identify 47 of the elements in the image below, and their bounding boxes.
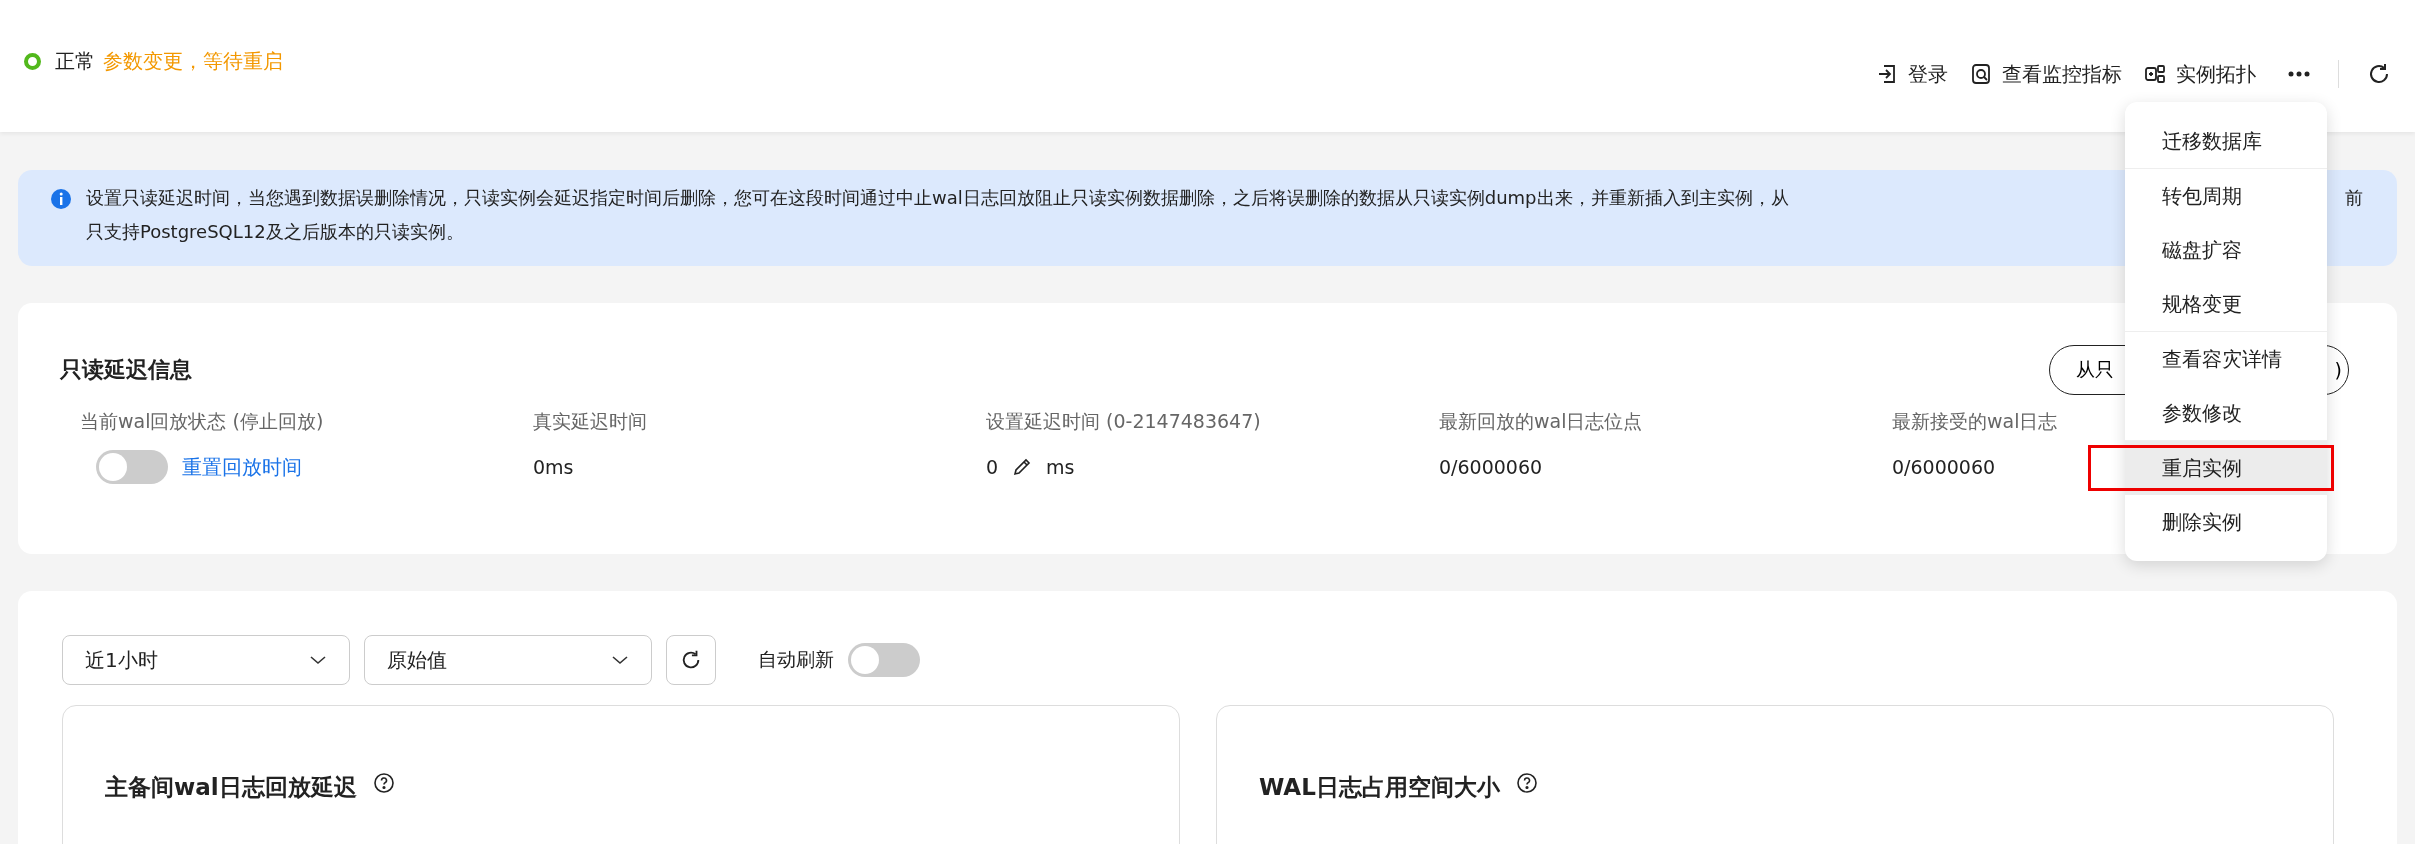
topology-icon	[2144, 63, 2166, 85]
chevron-icon	[309, 655, 327, 665]
help-icon[interactable]	[1515, 772, 1538, 794]
help-icon[interactable]	[372, 772, 395, 794]
edit-icon[interactable]	[1012, 457, 1033, 477]
reset-link[interactable]: 重置回放时间	[182, 453, 302, 481]
chart-title: WAL日志占用空间大小	[1259, 773, 1500, 802]
field-label: 当前wal回放状态 (停止回放)	[80, 409, 324, 434]
chart-title: 主备间wal日志回放延迟	[105, 773, 357, 802]
menu-item[interactable]: 磁盘扩容	[2125, 223, 2327, 277]
field-label: 最新回放的wal日志位点	[1439, 409, 1643, 434]
header-action[interactable]: 查看监控指标	[1970, 60, 2122, 88]
field-label: 真实延迟时间	[533, 409, 647, 434]
header-action[interactable]: 登录	[1876, 60, 1948, 88]
refresh-icon[interactable]	[2367, 62, 2391, 86]
status-text: 正常	[55, 47, 95, 75]
info-icon	[50, 188, 72, 210]
refresh-button[interactable]	[666, 635, 716, 685]
menu-item[interactable]: 规格变更	[2125, 277, 2327, 331]
header-action[interactable]: 实例拓扑	[2144, 60, 2256, 88]
chevron-icon	[611, 655, 629, 665]
auto-refresh-label: 自动刷新	[758, 647, 834, 672]
field-value: 0	[986, 456, 999, 478]
period-select[interactable]: 近1小时	[62, 635, 350, 685]
more-icon[interactable]	[2288, 71, 2310, 77]
login-icon	[1876, 63, 1898, 85]
field-value: 0ms	[533, 456, 574, 478]
card-title: 只读延迟信息	[60, 356, 192, 384]
refresh-icon	[680, 649, 702, 671]
status-notice: 参数变更，等待重启	[103, 47, 283, 75]
search-icon	[1970, 63, 1992, 85]
auto-refresh-toggle[interactable]	[848, 643, 920, 677]
field-value: 0/6000060	[1439, 456, 1543, 478]
menu-item[interactable]: 删除实例	[2125, 495, 2327, 549]
value-select[interactable]: 原始值	[364, 635, 652, 685]
menu-item[interactable]: 迁移数据库	[2125, 114, 2327, 168]
menu-item[interactable]: 转包周期	[2125, 169, 2327, 223]
banner-text: 前	[2345, 186, 2363, 210]
menu-item[interactable]: 查看容灾详情	[2125, 332, 2327, 386]
field-label: 设置延迟时间 (0-2147483647)	[986, 409, 1261, 434]
replay-toggle[interactable]	[96, 450, 168, 484]
menu-item[interactable]: 参数修改	[2125, 386, 2327, 440]
banner-text: 设置只读延迟时间，当您遇到数据误删除情况，只读实例会延迟指定时间后删除，您可在这段时间通过中止wal日志回放阻止只读实例数据删除，之后将误删除的数据从只读实例dump出来，并重新插入到主实例，从	[86, 186, 1789, 210]
field-value: 0/6000060	[1892, 456, 1996, 478]
banner-text: 只支持PostgreSQL12及之后版本的只读实例。	[86, 220, 465, 244]
field-unit: ms	[1046, 456, 1075, 478]
field-label: 最新接受的wal日志	[1892, 409, 2058, 434]
